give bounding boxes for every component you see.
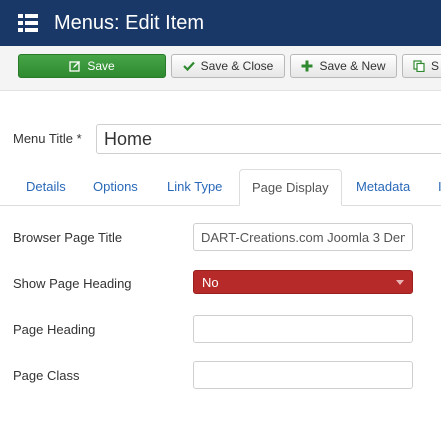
save-close-label: Save & Close (200, 59, 274, 73)
copy-icon (413, 60, 425, 72)
plus-icon (301, 60, 313, 72)
page-class-input[interactable] (193, 361, 413, 389)
menu-title-label-text: Menu Title (13, 131, 73, 146)
page-heading-input[interactable] (193, 315, 413, 343)
toolbar: Save Save & Close Save & New S (0, 46, 441, 91)
page-class-label: Page Class (13, 368, 80, 383)
required-mark: * (76, 131, 82, 146)
list-icon[interactable] (18, 13, 38, 33)
save-label: Save (87, 59, 115, 73)
tab-bar: Details Options Link Type Page Display M… (0, 169, 441, 206)
save-copy-label: S (431, 59, 440, 73)
show-page-heading-label: Show Page Heading (13, 276, 132, 291)
save-new-label: Save & New (319, 59, 386, 73)
caret-down-icon (396, 279, 404, 285)
save-button[interactable]: Save (18, 54, 166, 78)
tab-metadata[interactable]: Metadata (356, 169, 410, 205)
show-page-heading-value: No (202, 274, 219, 290)
browser-page-title-input[interactable] (193, 223, 413, 251)
save-copy-button[interactable]: S (402, 54, 441, 78)
save-close-button[interactable]: Save & Close (171, 54, 285, 78)
tab-details[interactable]: Details (26, 169, 66, 205)
tab-page-display[interactable]: Page Display (239, 169, 342, 206)
tab-link-type[interactable]: Link Type (167, 169, 222, 205)
show-page-heading-select[interactable]: No (193, 270, 413, 294)
tab-options[interactable]: Options (93, 169, 138, 205)
check-icon (182, 61, 195, 72)
page-title: Menus: Edit Item (54, 11, 205, 34)
menu-title-input[interactable] (96, 124, 441, 154)
edit-icon (69, 61, 81, 72)
menu-title-label: Menu Title * (13, 131, 82, 146)
app-header: Menus: Edit Item (0, 0, 441, 46)
save-new-button[interactable]: Save & New (290, 54, 397, 78)
page-heading-label: Page Heading (13, 322, 96, 337)
browser-page-title-label: Browser Page Title (13, 230, 123, 245)
